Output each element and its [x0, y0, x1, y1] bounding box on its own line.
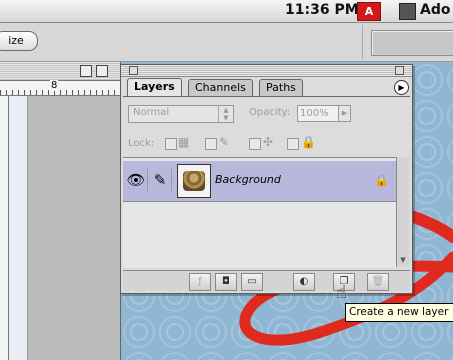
layer-set-icon[interactable]: ▭: [241, 273, 263, 291]
select-arrows-icon: ▲ ▼: [218, 106, 233, 122]
trash-icon[interactable]: 🗑: [367, 273, 389, 291]
zoom-box-icon[interactable]: [395, 66, 404, 75]
palette-tabs: Layers Channels Paths: [123, 78, 410, 97]
vertical-ruler: [0, 96, 9, 360]
scroll-down-arrow-icon[interactable]: ▼: [398, 255, 408, 265]
opacity-label: Opacity:: [249, 107, 291, 118]
tab-layers[interactable]: Layers: [127, 78, 182, 97]
zoom-box-icon[interactable]: [96, 65, 108, 77]
menu-bar: 11:36 PM A Ado: [0, 0, 453, 23]
tab-divider: [123, 96, 410, 97]
layers-palette: Layers Channels Paths ▶ Normal ▲ ▼ Opacit…: [120, 64, 413, 294]
palette-well[interactable]: [371, 30, 453, 56]
application-menu-icon[interactable]: [399, 3, 416, 20]
eye-icon[interactable]: 👁: [125, 169, 148, 191]
layer-mask-icon[interactable]: ◘: [215, 273, 237, 291]
tooltip: Create a new layer: [345, 303, 453, 322]
menubar-clock: 11:36 PM: [285, 2, 359, 18]
palette-title-bar[interactable]: [121, 65, 412, 77]
opacity-slider-arrow-icon[interactable]: ▶: [338, 105, 351, 122]
close-box-icon[interactable]: [129, 66, 138, 75]
layers-list: 👁 ✎ Background 🔒: [123, 157, 396, 268]
options-bar: ize: [0, 23, 453, 62]
checkerboard-icon: ▦: [178, 135, 190, 149]
brush-icon: ✎: [219, 135, 230, 149]
lock-icon: 🔒: [374, 173, 389, 187]
collapse-box-icon[interactable]: [80, 65, 92, 77]
ruler-mark: 8: [50, 80, 59, 91]
move-icon: ✣: [263, 135, 274, 149]
tab-channels[interactable]: Channels: [188, 79, 253, 96]
adjustment-layer-icon[interactable]: ◐: [293, 273, 315, 291]
thumbnail-image: [183, 171, 205, 191]
document-window: 8: [0, 62, 121, 360]
blend-mode-select[interactable]: Normal ▲ ▼: [128, 105, 234, 123]
adobe-online-icon[interactable]: A: [357, 2, 381, 21]
options-separator: [362, 25, 363, 59]
tab-paths[interactable]: Paths: [259, 79, 303, 96]
blend-mode-value: Normal: [133, 107, 170, 118]
brush-icon[interactable]: ✎: [149, 169, 172, 191]
lock-transparency-checkbox[interactable]: [165, 138, 177, 150]
size-button[interactable]: ize: [0, 31, 38, 51]
opacity-field[interactable]: 100%: [297, 105, 339, 122]
document-title-bar[interactable]: [0, 62, 120, 81]
hand-cursor-icon: ☝: [336, 282, 347, 303]
horizontal-ruler: 8: [0, 80, 120, 96]
layer-style-icon[interactable]: ƒ: [189, 273, 211, 291]
lock-position-checkbox[interactable]: [249, 138, 261, 150]
application-menu-label[interactable]: Ado: [420, 2, 450, 18]
layers-scrollbar[interactable]: ▼: [396, 157, 409, 267]
layer-thumbnail: [177, 164, 211, 198]
lock-image-checkbox[interactable]: [205, 138, 217, 150]
layer-name[interactable]: Background: [215, 173, 281, 186]
layer-row-background[interactable]: 👁 ✎ Background 🔒: [123, 161, 396, 202]
menu-arrow-icon[interactable]: ▶: [394, 80, 409, 95]
document-canvas[interactable]: [9, 96, 120, 360]
lock-all-checkbox[interactable]: [287, 138, 299, 150]
lock-icon: 🔒: [301, 135, 316, 149]
lock-label: Lock:: [128, 138, 155, 149]
palette-button-bar: ƒ ◘ ▭ ◐ ❐ 🗑: [123, 270, 410, 291]
document-image-edge: [9, 96, 28, 360]
